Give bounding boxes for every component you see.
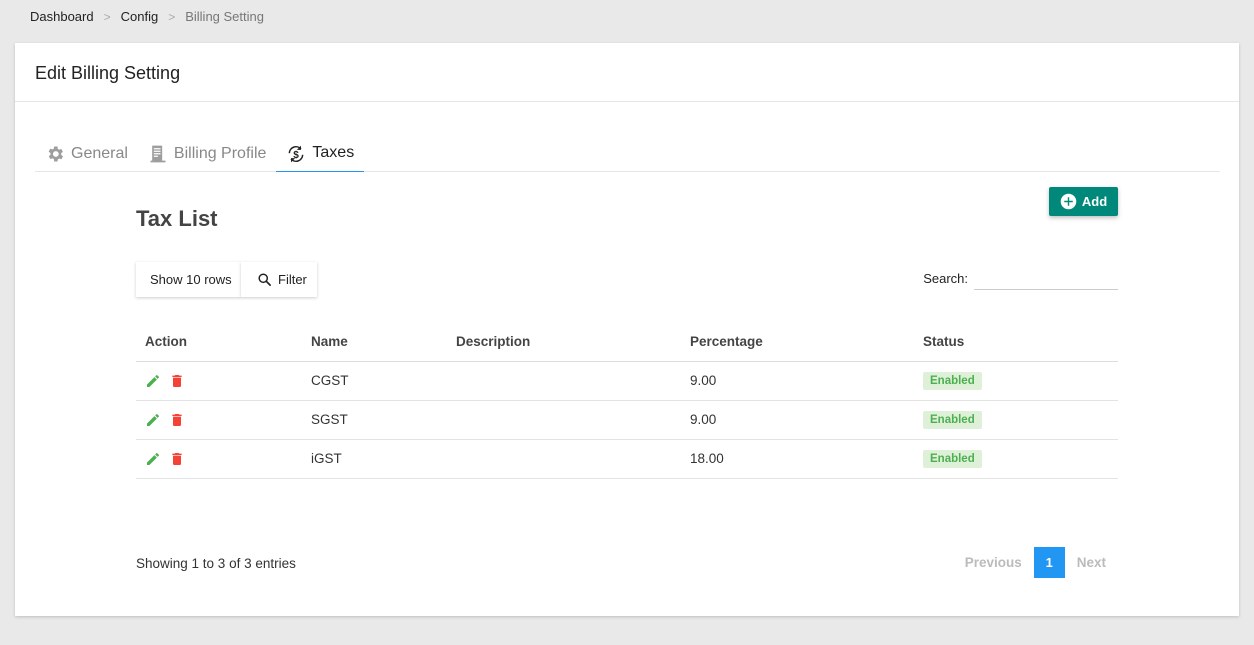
tab-taxes[interactable]: $ Taxes — [276, 135, 365, 172]
tax-name: SGST — [302, 400, 447, 440]
tax-percentage: 9.00 — [681, 361, 914, 401]
tax-description — [447, 361, 681, 401]
column-header-description[interactable]: Description — [447, 323, 681, 362]
column-header-name[interactable]: Name — [302, 323, 447, 362]
search-icon — [257, 272, 272, 287]
edit-pencil-icon[interactable] — [145, 451, 161, 467]
table-row: iGST 18.00 Enabled — [136, 439, 1118, 479]
column-header-percentage[interactable]: Percentage — [681, 323, 914, 362]
table-row: CGST 9.00 Enabled — [136, 361, 1118, 401]
tab-billing-profile[interactable]: Billing Profile — [138, 135, 276, 172]
search-input[interactable] — [974, 263, 1118, 290]
pagination-page-current[interactable]: 1 — [1033, 547, 1065, 578]
pagination: Previous 1 Next — [953, 547, 1118, 578]
tax-list-section: Tax List Show 10 rows Filter Search: Act… — [136, 203, 1118, 578]
edit-pencil-icon[interactable] — [145, 412, 161, 428]
search-label: Search: — [923, 271, 968, 286]
tab-billing-profile-label: Billing Profile — [173, 144, 267, 162]
delete-trash-icon[interactable] — [169, 412, 185, 428]
tab-general-label: General — [71, 144, 128, 162]
tab-bar: General Billing Profile $ Taxes — [35, 135, 1220, 172]
breadcrumb-dashboard[interactable]: Dashboard — [30, 9, 94, 24]
breadcrumb-billing-setting: Billing Setting — [185, 9, 264, 24]
tax-table: Action Name Description Percentage Statu… — [136, 323, 1118, 479]
show-rows-button[interactable]: Show 10 rows — [136, 262, 241, 297]
tax-percentage: 9.00 — [681, 400, 914, 440]
table-header-row: Action Name Description Percentage Statu… — [136, 323, 1118, 362]
tax-description — [447, 439, 681, 479]
receipt-icon — [148, 144, 168, 164]
pagination-previous[interactable]: Previous — [953, 555, 1034, 570]
delete-trash-icon[interactable] — [169, 451, 185, 467]
svg-text:$: $ — [294, 150, 300, 161]
gear-icon — [45, 144, 65, 164]
breadcrumb-separator: > — [168, 9, 176, 24]
breadcrumb-separator: > — [103, 9, 111, 24]
tab-general[interactable]: General — [35, 135, 138, 172]
table-row: SGST 9.00 Enabled — [136, 400, 1118, 440]
row-actions — [145, 373, 302, 389]
dollar-sync-icon: $ — [286, 143, 306, 163]
breadcrumb: Dashboard > Config > Billing Setting — [30, 9, 264, 24]
tax-name: CGST — [302, 361, 447, 401]
table-controls: Show 10 rows Filter — [136, 262, 317, 297]
status-badge: Enabled — [923, 449, 982, 468]
card-title: Edit Billing Setting — [15, 43, 1239, 102]
tax-name: iGST — [302, 439, 447, 479]
tax-percentage: 18.00 — [681, 439, 914, 479]
column-header-action[interactable]: Action — [136, 323, 302, 362]
row-actions — [145, 412, 302, 428]
pagination-next[interactable]: Next — [1065, 555, 1118, 570]
delete-trash-icon[interactable] — [169, 373, 185, 389]
entries-info: Showing 1 to 3 of 3 entries — [136, 556, 296, 571]
status-badge: Enabled — [923, 410, 982, 429]
tax-description — [447, 400, 681, 440]
filter-button[interactable]: Filter — [241, 262, 317, 297]
edit-billing-card: Edit Billing Setting General Billing Pro… — [15, 43, 1239, 616]
filter-label: Filter — [278, 272, 307, 287]
show-rows-label: Show 10 rows — [150, 272, 232, 287]
column-header-status[interactable]: Status — [914, 323, 1118, 362]
edit-pencil-icon[interactable] — [145, 373, 161, 389]
search-box: Search: — [923, 263, 1118, 290]
row-actions — [145, 451, 302, 467]
status-badge: Enabled — [923, 371, 982, 390]
breadcrumb-config[interactable]: Config — [121, 9, 159, 24]
tab-taxes-label: Taxes — [312, 144, 355, 161]
tax-list-title: Tax List — [136, 206, 218, 231]
